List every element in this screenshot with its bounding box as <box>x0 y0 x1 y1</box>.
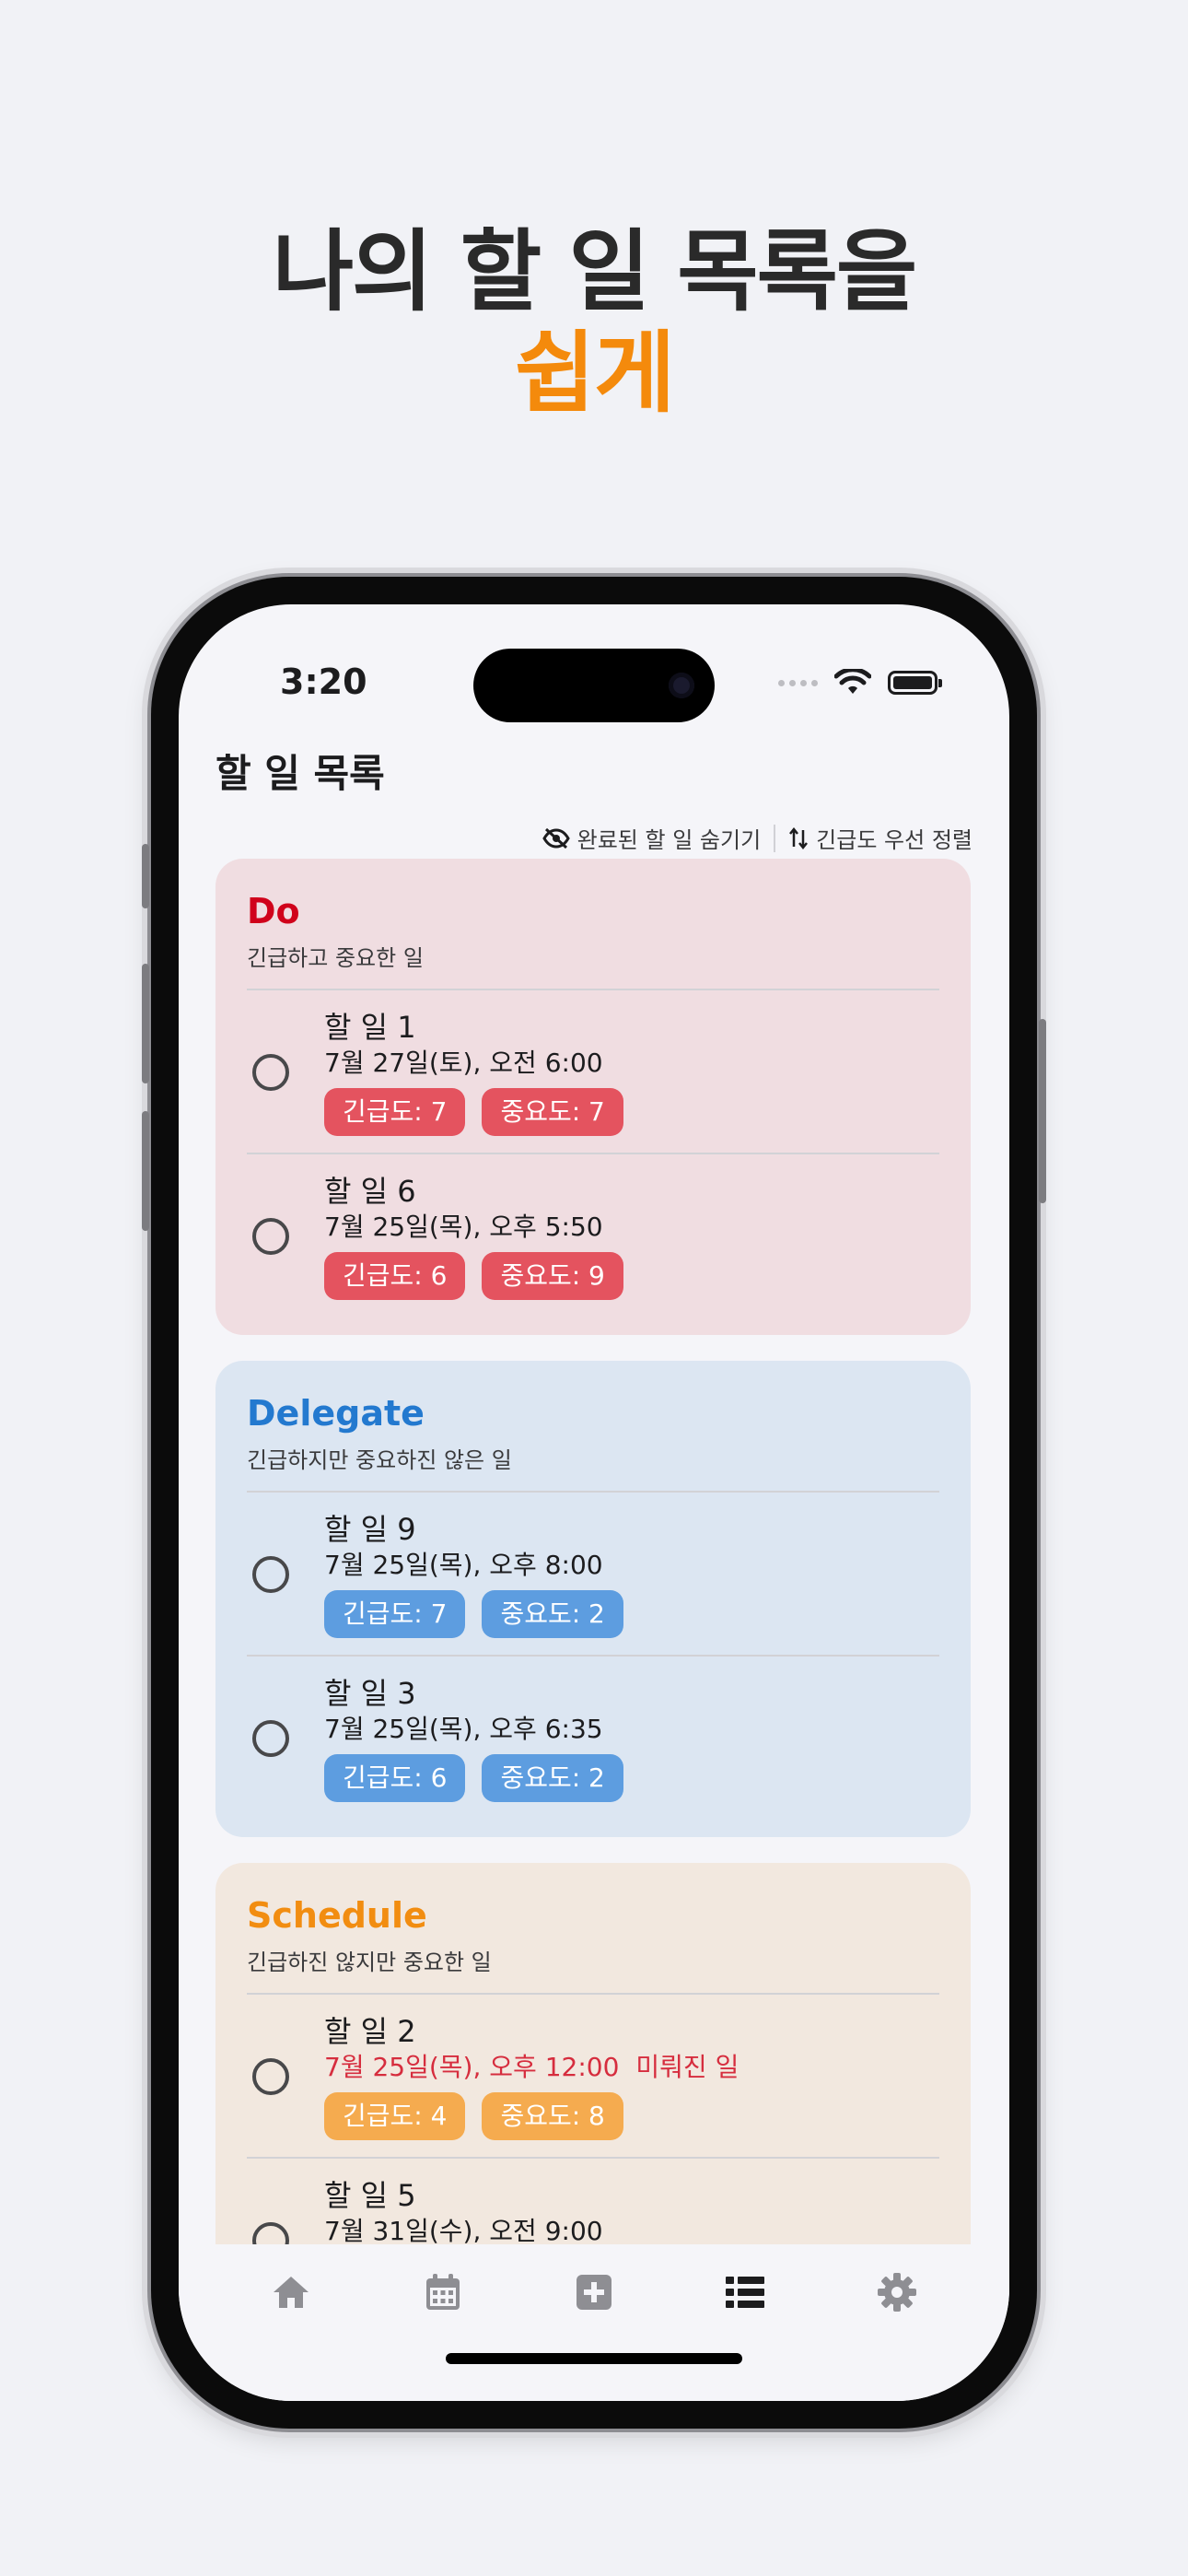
hero: 나의 할 일 목록을 쉽게 <box>0 221 1188 424</box>
tab-calendar[interactable] <box>406 2255 480 2329</box>
tab-bar <box>179 2244 1009 2401</box>
app-screen: 3:20 할 일 목록 완료된 할 일 숨기기 긴급도 우선 정렬 Do 긴급하… <box>179 604 1009 2401</box>
wifi-icon <box>834 669 871 694</box>
task-date: 7월 25일(목), 오후 5:50 <box>324 1212 603 1242</box>
settings-icon <box>877 2273 916 2312</box>
hero-title: 나의 할 일 목록을 <box>272 220 918 323</box>
task-name: 할 일 5 <box>324 2178 416 2213</box>
hide-completed-label: 완료된 할 일 숨기기 <box>577 827 762 853</box>
complete-checkbox[interactable] <box>252 2058 289 2095</box>
hero-highlight: 쉽게 <box>514 322 676 425</box>
home-icon <box>274 2277 309 2308</box>
tab-add[interactable] <box>557 2255 631 2329</box>
section-title: Schedule <box>247 1895 427 1936</box>
mute-switch <box>142 844 149 908</box>
task-name: 할 일 3 <box>324 1676 416 1711</box>
delegate-section: Delegate 긴급하지만 중요하진 않은 일 할 일 9 7월 25일(목)… <box>215 1361 971 1837</box>
urgency-badge: 긴급도: 6 <box>324 1252 466 1300</box>
status-icons <box>778 669 942 697</box>
sort-urgency-button[interactable]: 긴급도 우선 정렬 <box>788 822 973 854</box>
signal-icon <box>778 679 818 686</box>
eye-off-icon <box>542 827 570 849</box>
section-subtitle: 긴급하고 중요한 일 <box>247 940 939 990</box>
importance-badge: 중요도: 8 <box>482 2092 623 2140</box>
importance-badge: 중요도: 7 <box>482 1088 623 1136</box>
task-item[interactable]: 할 일 1 7월 27일(토), 오전 6:00 긴급도: 7 중요도: 7 <box>247 990 939 1154</box>
do-section: Do 긴급하고 중요한 일 할 일 1 7월 27일(토), 오전 6:00 긴… <box>215 859 971 1335</box>
home-indicator[interactable] <box>446 2353 742 2364</box>
list-icon <box>726 2277 765 2308</box>
dynamic-island <box>473 649 715 722</box>
task-list: Do 긴급하고 중요한 일 할 일 1 7월 27일(토), 오전 6:00 긴… <box>215 859 971 2365</box>
section-title: Do <box>247 891 300 931</box>
task-date: 7월 25일(목), 오후 12:00 미뤄진 일 <box>324 2050 739 2085</box>
tab-home[interactable] <box>254 2255 328 2329</box>
sort-icon <box>789 826 809 849</box>
urgency-badge: 긴급도: 6 <box>324 1754 466 1802</box>
importance-badge: 중요도: 2 <box>482 1754 623 1802</box>
task-item[interactable]: 할 일 2 7월 25일(목), 오후 12:00 미뤄진 일 긴급도: 4 중요… <box>247 1995 939 2159</box>
section-title: Delegate <box>247 1393 425 1434</box>
task-name: 할 일 1 <box>324 1010 416 1045</box>
volume-down-button <box>142 1111 149 1231</box>
urgency-badge: 긴급도: 7 <box>324 1590 466 1638</box>
add-icon <box>576 2275 611 2310</box>
status-time: 3:20 <box>280 662 367 702</box>
urgency-badge: 긴급도: 4 <box>324 2092 466 2140</box>
task-date-text: 7월 25일(목), 오후 12:00 <box>324 2052 620 2082</box>
task-name: 할 일 9 <box>324 1512 416 1547</box>
task-item[interactable]: 할 일 3 7월 25일(목), 오후 6:35 긴급도: 6 중요도: 2 <box>247 1657 939 1819</box>
page-title: 할 일 목록 <box>215 751 385 796</box>
tab-list[interactable] <box>708 2255 782 2329</box>
section-subtitle: 긴급하지만 중요하진 않은 일 <box>247 1442 939 1493</box>
camera-icon <box>669 673 694 698</box>
toolbar-divider <box>774 824 776 852</box>
task-date: 7월 25일(목), 오후 8:00 <box>324 1550 603 1580</box>
hide-completed-button[interactable]: 완료된 할 일 숨기기 <box>542 822 762 854</box>
task-item[interactable]: 할 일 9 7월 25일(목), 오후 8:00 긴급도: 7 중요도: 2 <box>247 1493 939 1657</box>
importance-badge: 중요도: 2 <box>482 1590 623 1638</box>
importance-badge: 중요도: 9 <box>482 1252 623 1300</box>
complete-checkbox[interactable] <box>252 1720 289 1757</box>
battery-icon <box>888 671 942 695</box>
task-name: 할 일 6 <box>324 1174 416 1209</box>
task-date: 7월 27일(토), 오전 6:00 <box>324 1048 603 1078</box>
task-item[interactable]: 할 일 6 7월 25일(목), 오후 5:50 긴급도: 6 중요도: 9 <box>247 1154 939 1317</box>
complete-checkbox[interactable] <box>252 1218 289 1255</box>
task-name: 할 일 2 <box>324 2014 416 2049</box>
phone-frame: 3:20 할 일 목록 완료된 할 일 숨기기 긴급도 우선 정렬 Do 긴급하… <box>142 577 1046 2429</box>
sort-urgency-label: 긴급도 우선 정렬 <box>816 827 973 853</box>
overdue-label: 미뤄진 일 <box>635 2052 740 2082</box>
volume-up-button <box>142 964 149 1083</box>
section-subtitle: 긴급하진 않지만 중요한 일 <box>247 1944 939 1995</box>
urgency-badge: 긴급도: 7 <box>324 1088 466 1136</box>
calendar-icon <box>425 2274 460 2310</box>
tab-settings[interactable] <box>860 2255 934 2329</box>
side-button <box>1039 1019 1046 1203</box>
task-date: 7월 25일(목), 오후 6:35 <box>324 1714 603 1744</box>
complete-checkbox[interactable] <box>252 1556 289 1593</box>
list-toolbar: 완료된 할 일 숨기기 긴급도 우선 정렬 <box>542 822 973 854</box>
complete-checkbox[interactable] <box>252 1054 289 1091</box>
